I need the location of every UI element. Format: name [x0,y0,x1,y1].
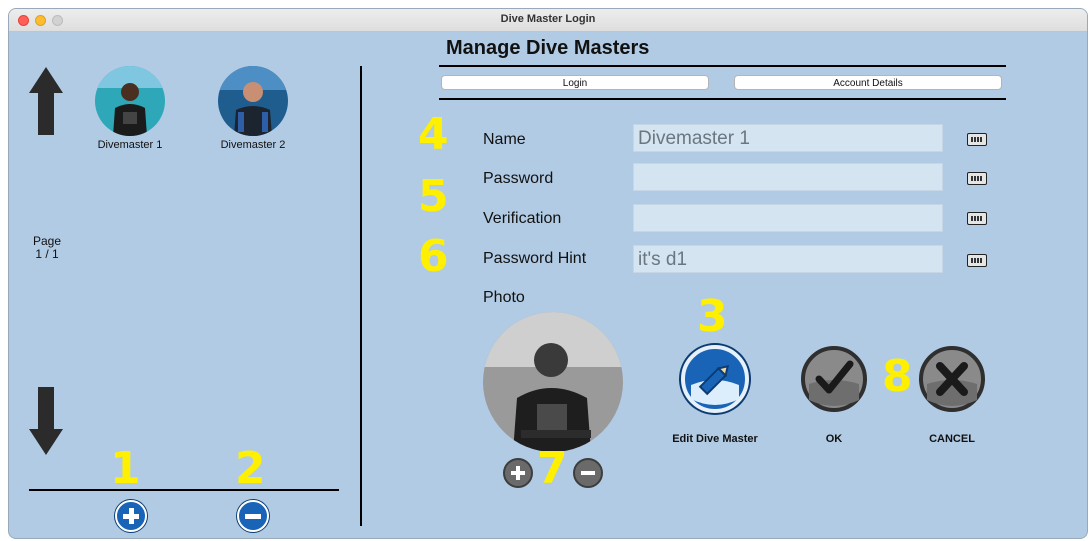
x-icon [927,362,977,406]
edit-divemaster-label: Edit Dive Master [672,433,758,445]
verification-field[interactable] [633,204,943,232]
window-title: Dive Master Login [500,13,596,25]
divemaster-2-avatar[interactable] [218,66,288,136]
password-hint-field[interactable]: it's d1 [633,245,943,273]
divemaster-1-label: Divemaster 1 [97,139,163,151]
annotation-2: 2 [235,443,266,494]
keyboard-icon[interactable] [967,172,987,185]
divemaster-photo [483,312,623,452]
annotation-1: 1 [110,443,141,494]
remove-divemaster-button[interactable] [237,500,269,532]
page-down-arrow-icon[interactable] [29,387,63,455]
edit-divemaster-button[interactable] [681,345,749,413]
annotation-4: 4 [418,109,449,160]
panel-separator [360,66,362,526]
checkmark-icon [809,360,859,406]
annotation-6: 6 [418,231,449,282]
add-divemaster-button[interactable] [115,500,147,532]
cancel-label: CANCEL [929,433,975,445]
heading-rule-top [439,65,1006,67]
ok-label: OK [825,433,843,445]
page-title: Manage Dive Masters [446,37,650,59]
password-hint-label: Password Hint [483,250,587,267]
annotation-8: 8 [882,351,913,402]
title-bar: Dive Master Login [9,9,1087,32]
divemaster-1-avatar[interactable] [95,66,165,136]
tab-account-details[interactable]: Account Details [734,75,1002,90]
annotation-3: 3 [697,291,728,342]
heading-rule-bottom [439,98,1006,100]
page-up-arrow-icon[interactable] [29,67,63,135]
divemaster-2-label: Divemaster 2 [220,139,286,151]
name-field[interactable]: Divemaster 1 [633,124,943,152]
app-window: Dive Master Login Divemaster 1 Divemaste… [8,8,1088,539]
verification-label: Verification [483,210,562,227]
annotation-5: 5 [418,171,449,222]
minus-icon [581,471,595,475]
pencil-icon [691,364,739,405]
keyboard-icon[interactable] [967,212,987,225]
annotation-7: 7 [537,443,568,494]
page-indicator: 1 / 1 [35,247,59,261]
zoom-in-photo-button[interactable] [503,458,533,488]
ok-button[interactable] [801,346,867,412]
left-divider [29,489,339,491]
photo-label: Photo [483,289,525,306]
zoom-out-photo-button[interactable] [573,458,603,488]
name-label: Name [483,131,526,148]
minus-icon [245,514,261,519]
password-label: Password [483,170,554,187]
keyboard-icon[interactable] [967,133,987,146]
keyboard-icon[interactable] [967,254,987,267]
password-field[interactable] [633,163,943,191]
cancel-button[interactable] [919,346,985,412]
tab-login[interactable]: Login [441,75,709,90]
